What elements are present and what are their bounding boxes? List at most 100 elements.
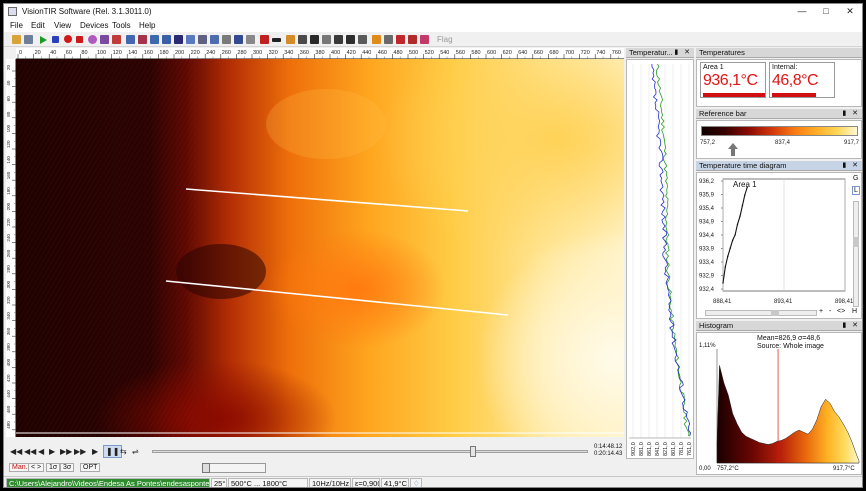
step-back-icon[interactable]: ◀ (38, 447, 44, 456)
x-tick-label: 893,41 (774, 299, 793, 305)
time-diagram-panel-header[interactable]: Temperature time diagram ▮ ✕ (696, 161, 862, 171)
fast-forward-icon[interactable]: ▶▶ (60, 447, 72, 456)
mode-1sigma-button[interactable]: 1σ (46, 463, 61, 472)
internal-temperature-box[interactable]: Internal: 46,8°C (769, 62, 835, 98)
flag-button[interactable]: Flag (437, 35, 453, 44)
repeat-icon[interactable]: ⇌ (132, 447, 139, 456)
side-button-l[interactable]: L (852, 186, 860, 195)
reference-bar-panel-header[interactable]: Reference bar ▮ ✕ (696, 109, 862, 119)
profile-line-2 (655, 63, 690, 437)
play-button[interactable]: ▶ (92, 447, 98, 456)
settings-icon[interactable] (384, 35, 393, 44)
ruler-label: 20 (6, 64, 11, 70)
rewind-icon[interactable]: ◀◀ (24, 447, 36, 456)
table-icon[interactable] (234, 35, 243, 44)
tools-icon[interactable] (346, 35, 355, 44)
ruler-label: 480 (393, 50, 402, 56)
menu-tools[interactable]: Tools (112, 21, 131, 30)
measurement-line-1[interactable] (185, 188, 469, 212)
menu-edit[interactable]: Edit (31, 21, 45, 30)
range-slider[interactable] (202, 463, 266, 473)
y-tick-label: 935,4 (699, 206, 715, 212)
measurement-line-2[interactable] (165, 280, 509, 316)
ruler-label: 300 (6, 280, 11, 288)
home-button[interactable]: H (852, 308, 857, 315)
skip-start-icon[interactable]: ◀◀ (10, 447, 22, 456)
internal-label: Internal: (772, 64, 798, 71)
skip-end-icon[interactable]: ▶▶ (74, 447, 86, 456)
profile-panel-controls[interactable]: ▮ ✕ (674, 48, 692, 58)
line-icon[interactable] (198, 35, 207, 44)
open-folder-icon[interactable] (12, 35, 21, 44)
play-icon[interactable] (40, 36, 47, 44)
range-slider-thumb[interactable] (202, 463, 210, 473)
snapshot-icon[interactable] (88, 35, 97, 44)
chart-icon[interactable] (162, 35, 171, 44)
record-icon[interactable] (64, 35, 72, 43)
hand-icon[interactable] (286, 35, 295, 44)
application-window: VisionTIR Software (Rel. 3.1.3011.0) — □… (3, 3, 863, 488)
ruler-label: 180 (159, 50, 168, 56)
print-icon[interactable] (420, 35, 429, 44)
zoom-out-button[interactable]: - (829, 308, 831, 315)
graph-icon[interactable] (210, 35, 219, 44)
area-icon[interactable] (126, 35, 135, 44)
measure-icon[interactable] (138, 35, 147, 44)
pan-button[interactable]: <> (837, 308, 845, 315)
minimize-button[interactable]: — (792, 5, 812, 17)
histogram-stats: Mean=826,9 σ=48,6 (757, 335, 821, 342)
time-diagram-hscroll-thumb[interactable] (771, 310, 779, 316)
menu-help[interactable]: Help (139, 21, 155, 30)
thermal-image[interactable] (16, 59, 624, 437)
flip-icon[interactable] (358, 35, 367, 44)
time-diagram-vscrollbar[interactable] (853, 201, 859, 307)
ruler-label: 380 (6, 343, 11, 351)
histogram-panel-header[interactable]: Histogram ▮ ✕ (696, 321, 862, 331)
area-temperature-box[interactable]: Area 1 936,1°C (700, 62, 766, 98)
menu-devices[interactable]: Devices (80, 21, 108, 30)
ruler-icon[interactable] (246, 35, 255, 44)
timeline-slider[interactable] (152, 450, 588, 453)
step-forward-icon[interactable]: ▶ (49, 447, 55, 456)
camera-icon[interactable] (100, 35, 109, 44)
palette-icon[interactable] (112, 35, 121, 44)
export-icon[interactable] (396, 35, 405, 44)
internal-temperature-bar (772, 93, 816, 97)
reference-bar-controls[interactable]: ▮ ✕ (842, 109, 860, 119)
save-icon[interactable] (24, 35, 33, 44)
histogram-controls[interactable]: ▮ ✕ (842, 321, 860, 331)
mode-auto-range-button[interactable]: < > (28, 463, 45, 472)
histogram-icon[interactable] (174, 35, 183, 44)
side-button-g[interactable]: G (853, 175, 858, 182)
alarm-icon[interactable] (260, 35, 269, 44)
time-diagram-vscroll-thumb[interactable] (853, 237, 859, 247)
time-diagram-controls[interactable]: ▮ ✕ (842, 161, 860, 171)
mode-bar: Man. < > 1σ 3σ OPT (6, 461, 624, 475)
mode-opt-button[interactable]: OPT (80, 463, 101, 472)
zoom-in-button[interactable]: + (819, 308, 823, 315)
rotate-icon[interactable] (334, 35, 343, 44)
timeline-slider-thumb[interactable] (470, 446, 476, 457)
report-icon[interactable] (408, 35, 417, 44)
crop-icon[interactable] (298, 35, 307, 44)
divider-line-icon[interactable] (272, 38, 281, 42)
time-diagram-hscrollbar[interactable] (705, 310, 817, 316)
mode-3sigma-button[interactable]: 3σ (60, 463, 75, 472)
close-button[interactable]: ✕ (840, 5, 860, 17)
record-stop-icon[interactable] (76, 36, 83, 43)
stop-icon[interactable] (52, 36, 59, 43)
zoom-icon[interactable] (322, 35, 331, 44)
trend-icon[interactable] (222, 35, 231, 44)
vertical-ruler: 20 40 60 80 100 120 140 160 180 200 220 240 260 280 30… (6, 59, 16, 438)
temperatures-panel-header[interactable]: Temperatures (696, 48, 862, 58)
maximize-button[interactable]: □ (816, 5, 836, 17)
ruler-label: 140 (128, 50, 137, 56)
profile-panel-header[interactable]: Temperatur... ▮ ✕ (626, 48, 694, 58)
menu-view[interactable]: View (54, 21, 71, 30)
profile-icon[interactable] (186, 35, 195, 44)
filter-icon[interactable] (310, 35, 319, 44)
lamp-icon[interactable] (372, 35, 381, 44)
grid-icon[interactable] (150, 35, 159, 44)
loop-icon[interactable]: ⇆ (120, 447, 127, 456)
menu-file[interactable]: File (10, 21, 23, 30)
